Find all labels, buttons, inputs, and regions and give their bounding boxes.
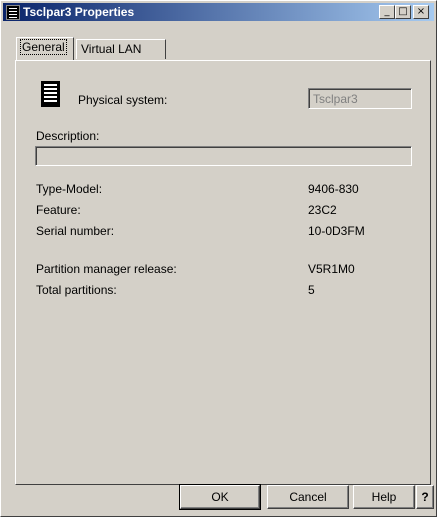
help-button[interactable]: Help [353,485,415,509]
ok-button[interactable]: OK [179,484,261,510]
partition-manager-release-value: V5R1M0 [308,262,355,276]
total-partitions-label: Total partitions: [36,283,117,297]
minimize-button[interactable]: _ [379,5,395,19]
tab-virtual-lan[interactable]: Virtual LAN [76,39,166,59]
maximize-button[interactable]: □ [395,5,411,19]
physical-system-label: Physical system: [78,93,168,107]
description-label: Description: [36,129,100,143]
type-model-value: 9406-830 [308,182,359,196]
tab-general[interactable]: General [16,37,74,60]
partition-manager-release-label: Partition manager release: [36,262,177,276]
properties-dialog: Tsclpar3 Properties _ □ × General Virtua… [0,0,437,517]
serial-number-label: Serial number: [36,224,115,238]
physical-system-field: Tsclpar3 [308,88,412,109]
tab-virtual-lan-label: Virtual LAN [81,42,142,56]
whats-this-button[interactable]: ? [416,485,434,509]
total-partitions-value: 5 [308,283,315,297]
type-model-label: Type-Model: [36,182,103,196]
description-field [35,146,412,166]
close-button[interactable]: × [413,5,429,19]
tab-general-label: General [20,39,67,55]
window-title: Tsclpar3 Properties [23,5,135,19]
feature-label: Feature: [36,203,81,217]
feature-value: 23C2 [308,203,337,217]
cancel-button[interactable]: Cancel [267,485,349,509]
title-bar[interactable]: Tsclpar3 Properties _ □ × [3,3,434,21]
physical-system-value: Tsclpar3 [313,92,358,106]
serial-number-value: 10-0D3FM [308,224,365,238]
server-tower-icon [41,81,60,107]
system-unit-icon [6,5,20,20]
